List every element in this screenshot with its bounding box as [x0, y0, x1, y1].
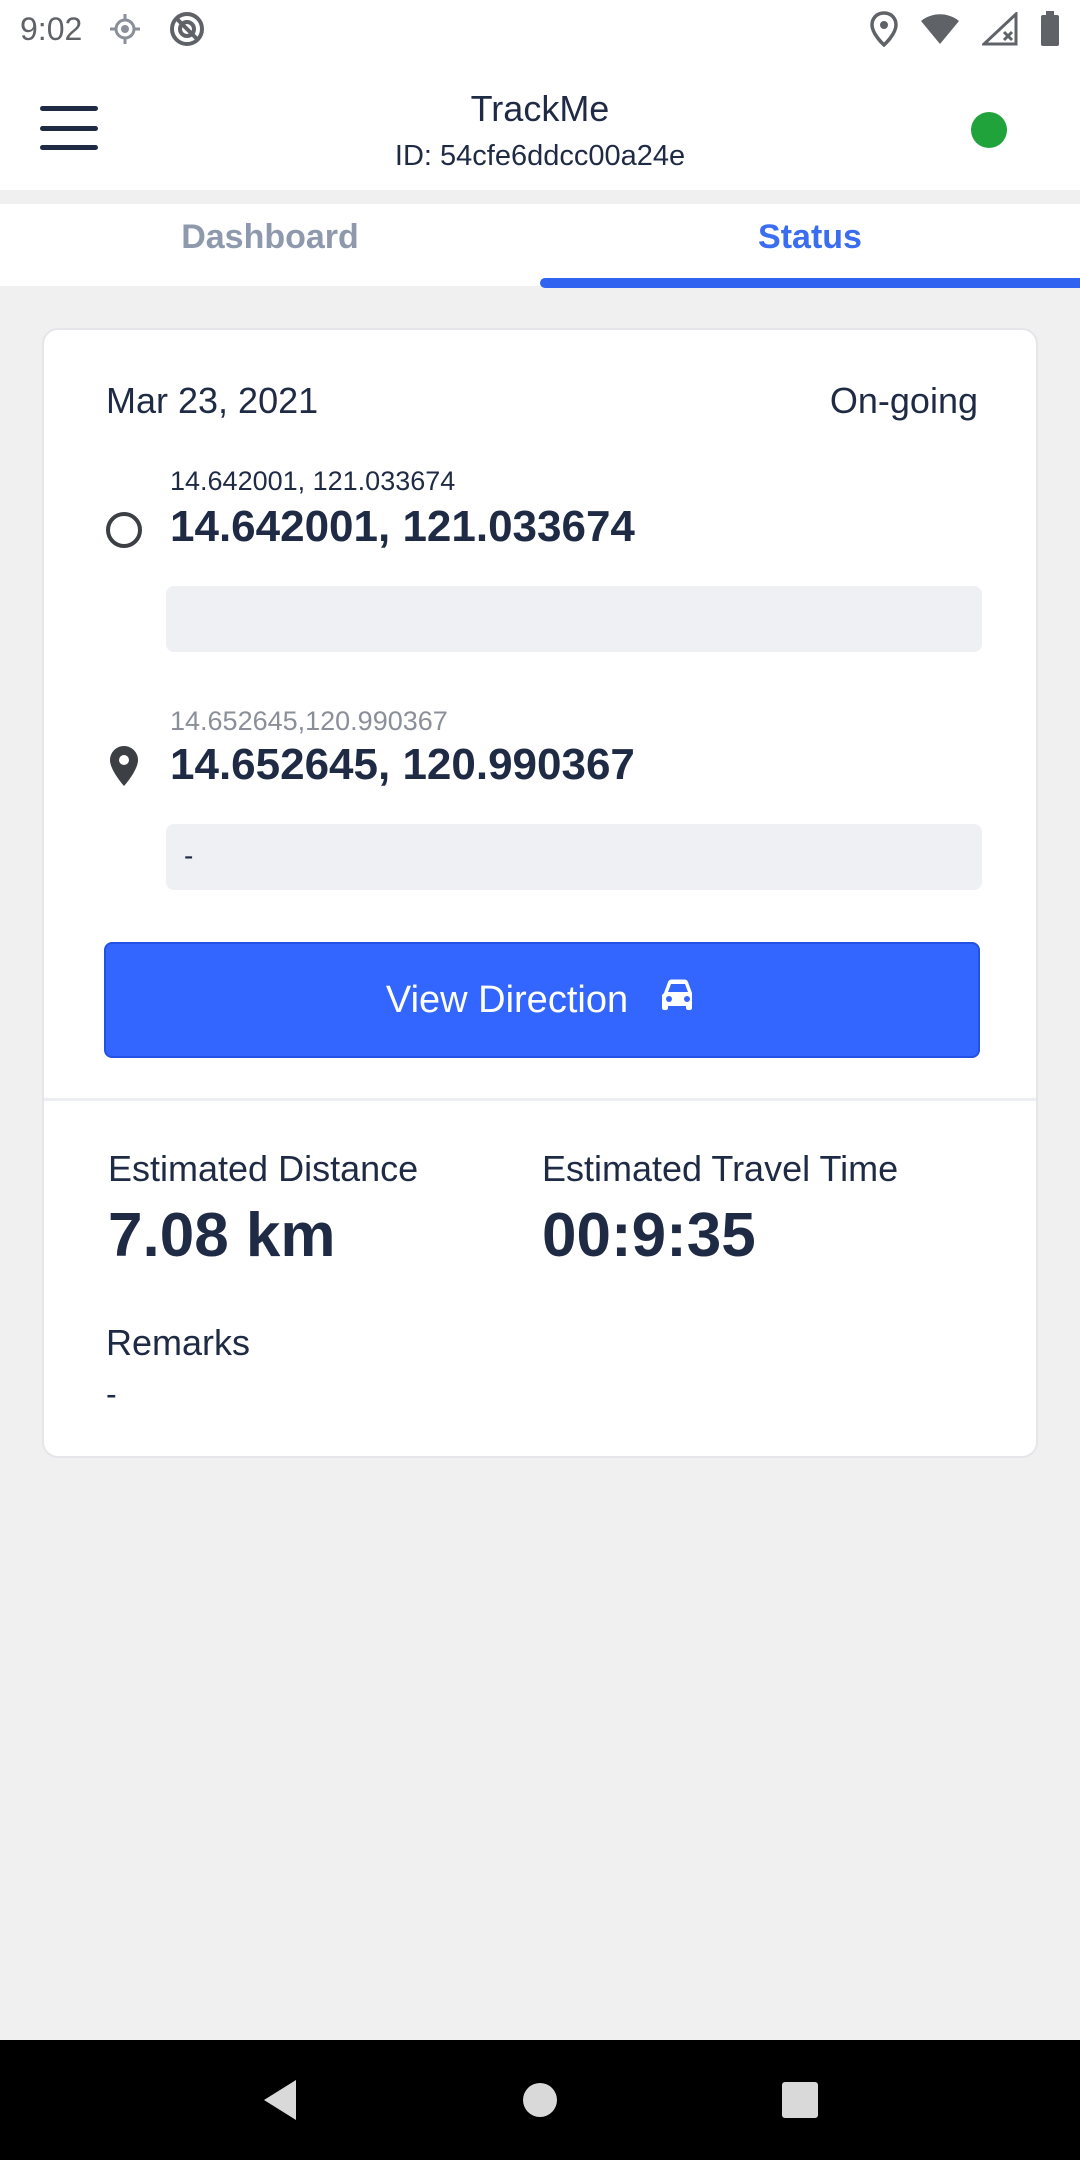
- origin-title: 14.642001, 121.033674: [170, 502, 635, 551]
- device-id: ID: 54cfe6ddcc00a24e: [394, 140, 686, 172]
- tab-bar: Dashboard Status: [0, 204, 1080, 288]
- recents-button[interactable]: [770, 2070, 830, 2130]
- view-direction-button[interactable]: View Direction: [104, 942, 980, 1058]
- recents-square-icon: [782, 2082, 818, 2118]
- trip-status: On-going: [829, 380, 978, 421]
- origin-circle-icon: [104, 510, 144, 555]
- status-right: [870, 11, 1060, 47]
- trip-card: Mar 23, 2021 On-going 14.642001, 121.033…: [42, 328, 1038, 1458]
- origin-subtitle: 14.642001, 121.033674: [170, 466, 456, 496]
- wifi-icon: [920, 12, 960, 46]
- tab-status[interactable]: Status: [540, 204, 1080, 288]
- home-button[interactable]: [510, 2070, 570, 2130]
- home-circle-icon: [523, 2083, 557, 2117]
- app-title: TrackMe: [470, 88, 610, 129]
- location-pin-icon: [870, 11, 898, 47]
- back-button[interactable]: [250, 2070, 310, 2130]
- destination-pin-icon: [108, 744, 140, 793]
- destination-title: 14.652645, 120.990367: [170, 740, 635, 789]
- status-time: 9:02: [20, 10, 83, 47]
- estimated-distance-value: 7.08 km: [108, 1201, 336, 1270]
- tab-dashboard[interactable]: Dashboard: [0, 204, 540, 286]
- location-target-icon: [108, 12, 142, 46]
- card-divider: [44, 1098, 1036, 1101]
- estimated-time-value: 00:9:35: [542, 1201, 756, 1270]
- battery-icon: [1040, 11, 1060, 47]
- car-icon: [658, 977, 698, 1023]
- origin-detail-field: [166, 586, 982, 652]
- destination-subtitle: 14.652645,120.990367: [170, 706, 448, 736]
- status-left: 9:02: [20, 10, 206, 48]
- status-bar: 9:02: [0, 0, 1080, 58]
- trip-date: Mar 23, 2021: [106, 380, 319, 421]
- estimated-time-label: Estimated Travel Time: [542, 1148, 899, 1189]
- remarks-value: -: [106, 1376, 117, 1412]
- app-header: TrackMe ID: 54cfe6ddcc00a24e: [0, 58, 1080, 190]
- remarks-label: Remarks: [106, 1322, 251, 1363]
- view-direction-label: View Direction: [385, 978, 629, 1021]
- no-signal-icon: [982, 12, 1018, 46]
- back-triangle-icon: [264, 2080, 296, 2120]
- online-status-indicator: [971, 112, 1007, 148]
- destination-detail-field: -: [166, 824, 982, 890]
- estimated-distance-label: Estimated Distance: [108, 1148, 419, 1189]
- navigation-bar: [0, 2040, 1080, 2160]
- no-sync-icon: [168, 10, 206, 48]
